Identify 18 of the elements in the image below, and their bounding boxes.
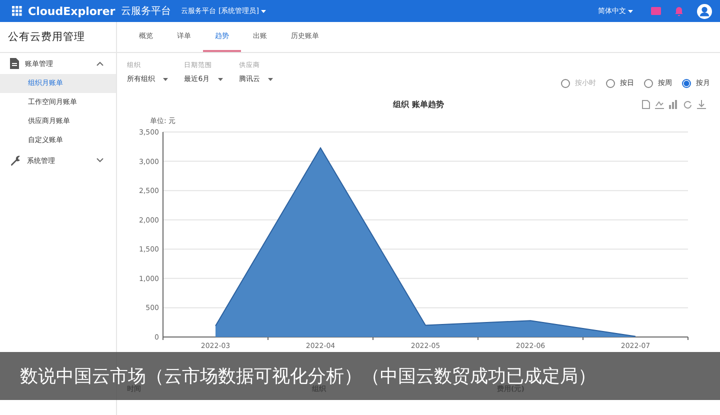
brand-logo: CloudExplorer [28,4,116,18]
caret-icon [163,78,168,81]
download-icon[interactable] [697,100,706,108]
refresh-icon[interactable] [683,100,692,108]
bar-chart-icon[interactable] [669,100,678,108]
line-chart-icon[interactable] [655,100,664,108]
caret-icon [628,10,633,13]
platform-name: 云服务平台 [121,4,172,18]
caret-icon [261,10,266,13]
wrench-icon [10,155,21,166]
avatar-icon[interactable] [697,4,712,18]
caret-icon [268,78,274,81]
document-icon [10,58,19,69]
chart-title: 组织 账单趋势 [393,98,444,110]
app-grid-icon[interactable] [12,6,22,16]
caret-icon [218,78,223,81]
data-view-icon[interactable] [642,100,650,108]
sidebar-title: 公有云费用管理 [0,22,116,53]
